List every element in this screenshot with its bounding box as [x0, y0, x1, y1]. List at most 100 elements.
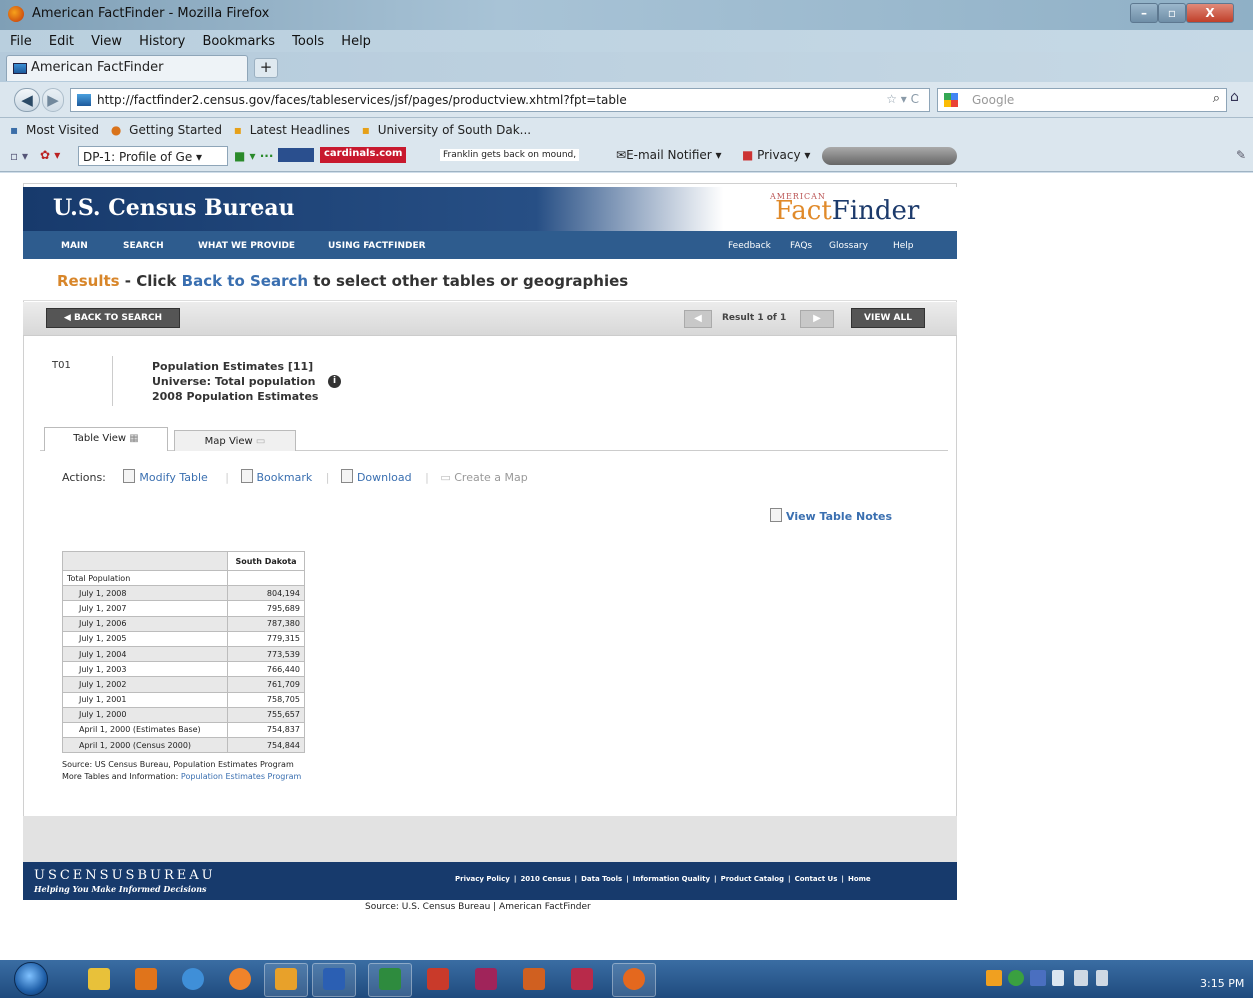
tray-network-icon[interactable]	[1074, 970, 1088, 986]
powerpoint-icon[interactable]	[523, 968, 545, 990]
tab-map-view[interactable]: Map View ▭	[174, 430, 296, 451]
menu-view[interactable]: View	[91, 34, 122, 49]
outlook-icon[interactable]	[275, 968, 297, 990]
view-all-button[interactable]: VIEW ALL	[851, 308, 925, 328]
word-icon[interactable]	[323, 968, 345, 990]
prev-page-button[interactable]: ◀	[684, 310, 712, 328]
tray-flag-icon[interactable]	[1052, 970, 1064, 986]
results-label: Results	[57, 272, 120, 290]
tray-outlook-icon[interactable]	[986, 970, 1002, 986]
footer-link-information-quality[interactable]: Information Quality	[633, 875, 710, 883]
new-tab-button[interactable]: +	[254, 58, 278, 78]
menu-help[interactable]: Help	[341, 34, 371, 49]
nav-glossary[interactable]: Glossary	[829, 241, 868, 251]
table-row: July 1, 2006 787,380	[62, 615, 305, 632]
green-addon-icon[interactable]: ■ ▾ ···	[234, 149, 273, 163]
mlb-badge[interactable]	[278, 148, 314, 162]
table-universe: Universe: Total population	[152, 375, 316, 388]
footer-link-product-catalog[interactable]: Product Catalog	[721, 875, 784, 883]
email-notifier[interactable]: ✉E-mail Notifier ▾	[616, 148, 722, 162]
bookmark-link[interactable]: Bookmark	[240, 469, 312, 484]
actions-bar: Actions: Modify Table | Bookmark | Downl…	[62, 469, 528, 484]
wrench-icon[interactable]: ✎	[1236, 148, 1246, 162]
census-logo[interactable]: U.S. Census Bureau	[53, 195, 295, 221]
site-nav: MAIN SEARCH WHAT WE PROVIDE USING FACTFI…	[23, 231, 957, 259]
view-table-notes-link[interactable]: View Table Notes	[770, 508, 892, 523]
menu-tools[interactable]: Tools	[292, 34, 324, 49]
page-icon: ▫ ▾	[10, 149, 28, 163]
firefox-taskbar-icon[interactable]	[229, 968, 251, 990]
menu-file[interactable]: File	[10, 34, 32, 49]
privacy-menu[interactable]: ■ Privacy ▾	[742, 148, 810, 162]
tab-table-view[interactable]: Table View ▦	[44, 427, 168, 451]
minimize-button[interactable]: –	[1130, 3, 1158, 23]
footer-link-contact-us[interactable]: Contact Us	[795, 875, 838, 883]
search-icon[interactable]: ⌕	[1213, 91, 1220, 106]
footer-gray-band	[23, 816, 957, 862]
table-row: July 1, 2008 804,194	[62, 585, 305, 602]
back-to-search-button[interactable]: ◀ BACK TO SEARCH	[46, 308, 180, 328]
tray-sync-icon[interactable]	[1008, 970, 1024, 986]
onenote-icon[interactable]	[475, 968, 497, 990]
footer-link-privacy[interactable]: Privacy Policy	[455, 875, 510, 883]
excel-icon[interactable]	[379, 968, 401, 990]
menu-edit[interactable]: Edit	[49, 34, 74, 49]
toggle-widget[interactable]	[822, 147, 957, 165]
news-ticker[interactable]: Franklin gets back on mound,	[440, 149, 580, 161]
search-box[interactable]: Google ⌕	[937, 88, 1227, 112]
url-bar[interactable]: http://factfinder2.census.gov/faces/tabl…	[70, 88, 930, 112]
footer-link-census-2010[interactable]: 2010 Census	[520, 875, 570, 883]
url-text: http://factfinder2.census.gov/faces/tabl…	[97, 93, 627, 107]
close-button[interactable]: X	[1186, 3, 1234, 23]
menu-history[interactable]: History	[139, 34, 185, 49]
map-icon: ▭	[255, 436, 266, 447]
table-row: Total Population	[62, 569, 305, 587]
tray-shield-icon[interactable]	[1030, 970, 1046, 986]
result-count: Result 1 of 1	[722, 313, 787, 323]
nav-using-factfinder[interactable]: USING FACTFINDER	[328, 241, 426, 251]
forward-arrow-icon[interactable]: ▶	[42, 88, 64, 112]
bookmark-getting-started[interactable]: Getting Started	[129, 123, 222, 137]
home-icon[interactable]: ⌂	[1230, 89, 1239, 105]
maximize-button[interactable]: ▫	[1158, 3, 1186, 23]
factfinder-logo[interactable]: FactFinder	[775, 196, 919, 226]
footer-link-data-tools[interactable]: Data Tools	[581, 875, 622, 883]
table-title: Population Estimates [11]	[152, 360, 314, 373]
firefox-active-icon[interactable]	[623, 968, 645, 990]
footer-census-logo[interactable]: USCENSUSBUREAU	[34, 868, 216, 883]
footer-link-home[interactable]: Home	[848, 875, 871, 883]
media-icon[interactable]	[135, 968, 157, 990]
population-estimates-link[interactable]: Population Estimates Program	[181, 772, 301, 781]
back-arrow-icon[interactable]: ◀	[14, 88, 40, 112]
bookmark-star-icon[interactable]: ☆ ▾ C	[886, 92, 919, 106]
nav-search[interactable]: SEARCH	[123, 241, 164, 251]
nav-main[interactable]: MAIN	[61, 241, 88, 251]
bookmark-university[interactable]: University of South Dak...	[378, 123, 531, 137]
start-button[interactable]	[14, 962, 48, 996]
profile-dropdown[interactable]: DP-1: Profile of Ge ▾	[78, 146, 228, 166]
nav-feedback[interactable]: Feedback	[728, 241, 771, 251]
table-id: T01	[52, 360, 71, 371]
system-clock[interactable]: 3:15 PM	[1200, 977, 1244, 990]
modify-table-link[interactable]: Modify Table	[123, 469, 208, 484]
info-icon[interactable]: i	[328, 375, 341, 388]
acrobat-icon[interactable]	[427, 968, 449, 990]
nav-help[interactable]: Help	[893, 241, 914, 251]
download-link[interactable]: Download	[340, 469, 412, 484]
bookmark-most-visited[interactable]: Most Visited	[26, 123, 99, 137]
menu-bookmarks[interactable]: Bookmarks	[202, 34, 275, 49]
explorer-icon[interactable]	[88, 968, 110, 990]
ie-icon[interactable]	[182, 968, 204, 990]
access-icon[interactable]	[571, 968, 593, 990]
nav-faqs[interactable]: FAQs	[790, 241, 812, 251]
back-to-search-link[interactable]: Back to Search	[182, 272, 308, 290]
bookmarks-toolbar: ▪ Most Visited ● Getting Started ▪ Lates…	[0, 118, 1253, 142]
window-title-bar: American FactFinder - Mozilla Firefox – …	[0, 0, 1253, 30]
table-row: July 1, 2002 761,709	[62, 676, 305, 693]
cardinals-badge[interactable]: cardinals.com	[320, 147, 407, 163]
nav-what-we-provide[interactable]: WHAT WE PROVIDE	[198, 241, 295, 251]
tab-american-factfinder[interactable]: American FactFinder	[6, 55, 248, 81]
bookmark-latest-headlines[interactable]: Latest Headlines	[250, 123, 350, 137]
next-page-button[interactable]: ▶	[800, 310, 834, 328]
tray-volume-icon[interactable]	[1096, 970, 1108, 986]
